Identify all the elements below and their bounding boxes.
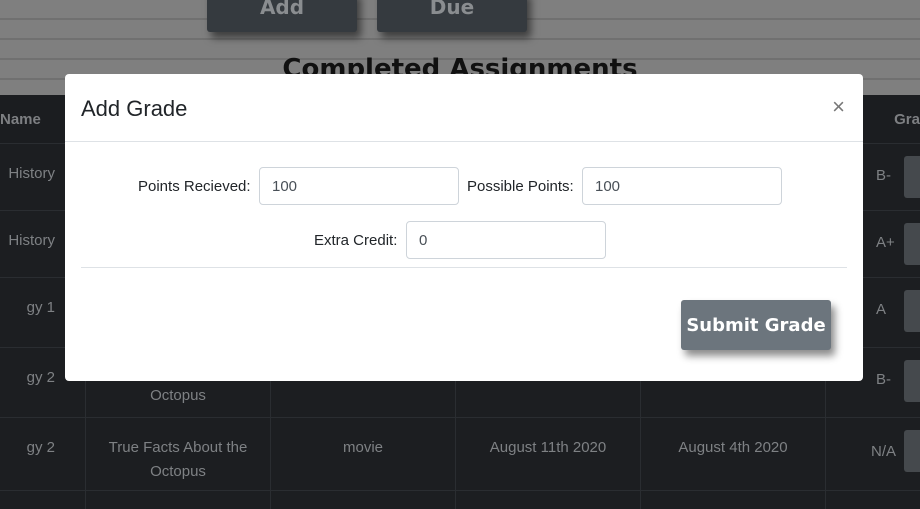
cell-grade: B- — [876, 371, 891, 388]
grade-edit-button[interactable] — [904, 360, 920, 402]
modal-title: Add Grade — [81, 96, 188, 121]
cell-course: History — [8, 232, 55, 249]
extra-credit-input[interactable] — [406, 221, 606, 259]
close-icon[interactable]: × — [832, 94, 845, 120]
cell-course: gy 2 — [26, 439, 55, 456]
cell-course: gy 1 — [26, 299, 55, 316]
possible-points-input[interactable] — [582, 167, 782, 205]
possible-points-label: Possible Points: — [467, 178, 574, 195]
submit-grade-button[interactable]: Submit Grade — [681, 300, 831, 350]
cell-course: gy 2 — [26, 369, 55, 386]
add-button[interactable]: Add — [207, 0, 357, 32]
empty-cell — [270, 491, 455, 509]
due-button[interactable]: Due — [377, 0, 527, 32]
table-row: gy 2 True Facts About the Octopus movie Aug… — [0, 417, 920, 490]
divider — [81, 267, 847, 268]
grade-edit-button[interactable] — [904, 290, 920, 332]
cell-title: Octopus — [150, 387, 206, 404]
cell-title: True Facts About the Octopus — [108, 439, 248, 480]
empty-cell — [455, 491, 640, 509]
grade-edit-button[interactable] — [904, 156, 920, 198]
cell-assigned: August 4th 2020 — [678, 439, 788, 456]
cell-grade: B- — [876, 167, 891, 184]
cell-type: movie — [342, 439, 383, 456]
cell-grade: A — [876, 301, 887, 318]
extra-credit-label: Extra Credit: — [314, 232, 398, 249]
grade-edit-button[interactable] — [904, 430, 920, 472]
header-name: Name — [0, 111, 41, 128]
header-grade: Gra — [894, 111, 920, 128]
empty-cell — [825, 491, 920, 509]
grade-edit-button[interactable] — [904, 223, 920, 265]
points-received-label: Points Recieved: — [138, 178, 251, 195]
cell-grade: N/A — [871, 443, 897, 460]
table-row — [0, 490, 920, 509]
points-received-input[interactable] — [259, 167, 459, 205]
empty-cell — [85, 491, 270, 509]
add-grade-modal: Add Grade × Points Recieved: Possible Po… — [65, 74, 863, 381]
cell-course: History — [8, 165, 55, 182]
cell-grade: A+ — [876, 234, 895, 251]
cell-due: August 11th 2020 — [489, 439, 607, 456]
modal-header: Add Grade × — [65, 74, 863, 142]
empty-cell — [640, 491, 825, 509]
